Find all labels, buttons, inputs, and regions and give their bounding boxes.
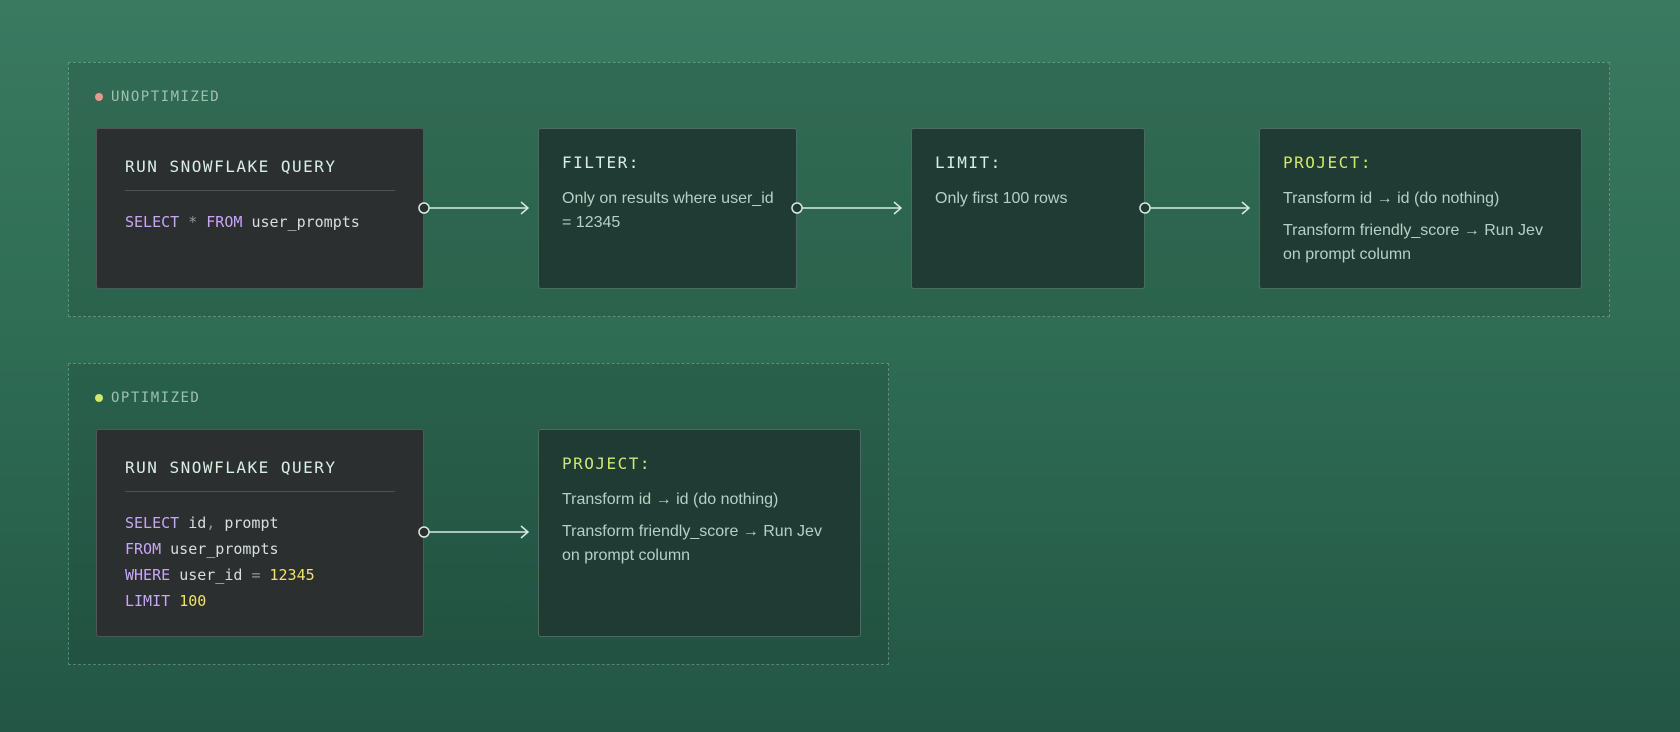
connector-query-to-filter <box>418 201 530 215</box>
connector-query-to-project <box>418 525 530 539</box>
connectors <box>418 201 1251 539</box>
connector-filter-to-limit <box>791 201 903 215</box>
connector-limit-to-project <box>1139 201 1251 215</box>
